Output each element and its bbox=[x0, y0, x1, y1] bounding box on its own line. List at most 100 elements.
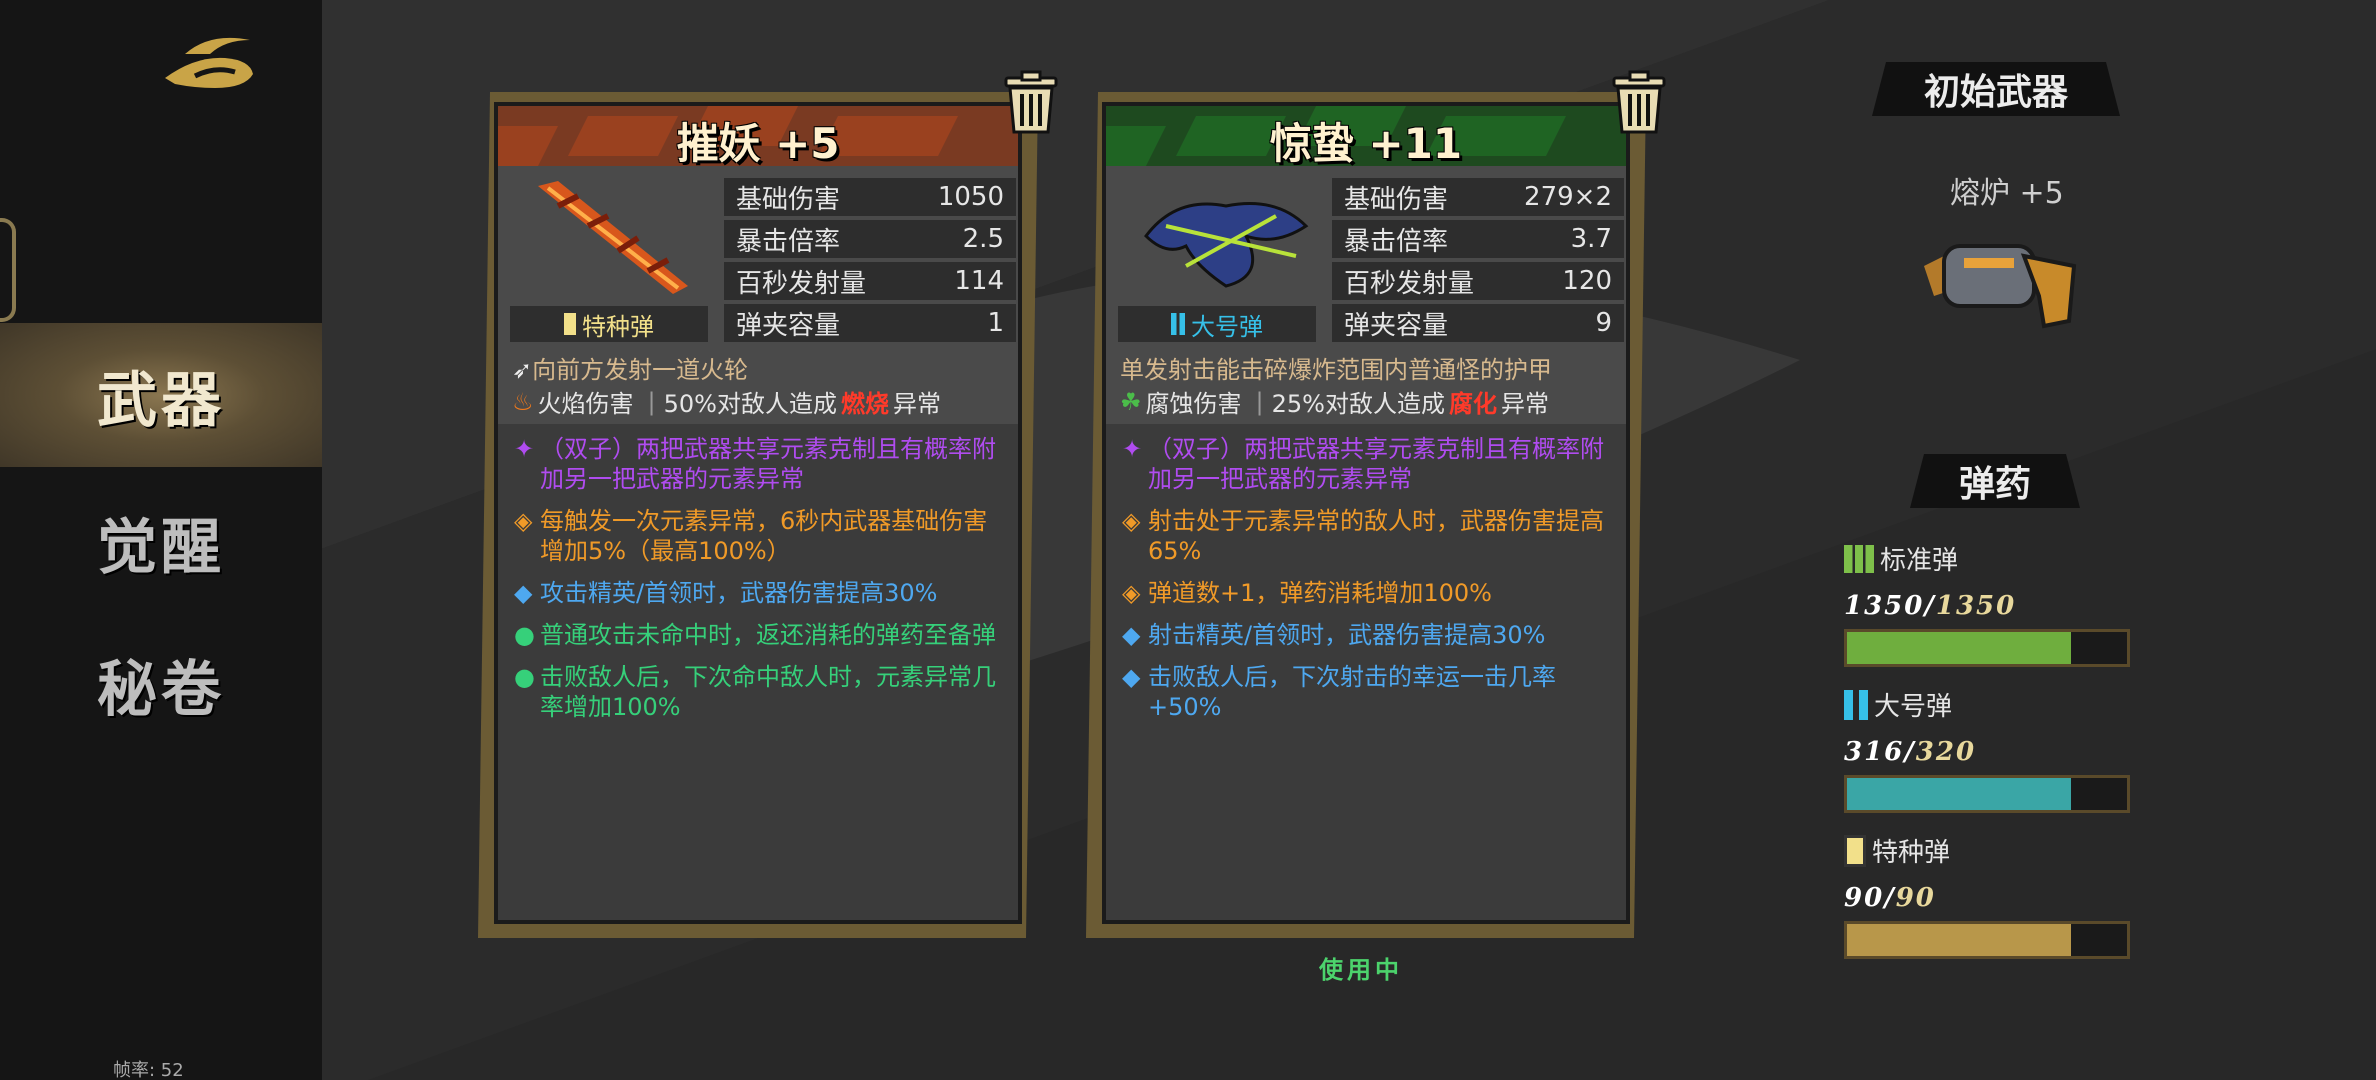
stat-label: 暴击倍率 bbox=[736, 226, 841, 257]
description-text: 单发射击能击碎爆炸范围内普通怪的护甲 bbox=[1120, 356, 1552, 384]
weapon-card-2[interactable]: 惊蛰 +11 大号弹 基础伤害 279×2 暴击倍率 3.7 百秒发射量 120 弹夹… bbox=[1086, 70, 1666, 938]
stat-value: 120 bbox=[1562, 266, 1612, 296]
stat-label: 百秒发射量 bbox=[1344, 268, 1475, 299]
stat-row: 暴击倍率 3.7 bbox=[1332, 220, 1624, 258]
divider: | bbox=[647, 387, 656, 416]
nav-item-awaken[interactable]: 觉醒 bbox=[0, 470, 322, 614]
trait-text: 击败敌人后，下次射击的幸运一击几率+50% bbox=[1148, 663, 1556, 721]
ammo-max: 90 bbox=[1895, 883, 1936, 913]
sidebar-collapse-handle[interactable] bbox=[0, 218, 16, 322]
trait-bullet-icon: ◈ bbox=[1122, 579, 1141, 607]
trash-icon[interactable] bbox=[1002, 70, 1060, 136]
ammo-count: 90/90 bbox=[1844, 883, 1936, 913]
stat-label: 基础伤害 bbox=[1344, 184, 1449, 215]
divider: | bbox=[1255, 387, 1264, 416]
weapon-jingzhe-image bbox=[1144, 202, 1309, 288]
ammo-type-tag: 特种弹 bbox=[510, 306, 708, 342]
ammo-count: 316/320 bbox=[1844, 737, 1977, 767]
trait-list: ✦ （双子）两把武器共享元素克制且有概率附加另一把武器的元素异常 ◈ 射击处于元素异… bbox=[1106, 424, 1626, 920]
description-text: 向前方发射一道火轮 bbox=[532, 356, 749, 384]
trait-bullet-icon: ● bbox=[514, 663, 535, 691]
in-use-indicator: 使用中 bbox=[1319, 956, 1403, 984]
weapon-card-1[interactable]: 摧妖 +5 特种弹 基础伤害 1050 暴击倍率 2.5 百秒发射量 114 弹夹容量… bbox=[478, 70, 1058, 938]
element-effect-highlight: 燃烧 bbox=[840, 390, 889, 418]
trait-text: （双子）两把武器共享元素克制且有概率附加另一把武器的元素异常 bbox=[1148, 435, 1604, 493]
special-ammo-icon bbox=[564, 313, 576, 335]
trait-text: 射击处于元素异常的敌人时，武器伤害提高65% bbox=[1148, 507, 1604, 565]
projectile-icon: ➶ bbox=[512, 356, 533, 384]
trait-item: ✦ （双子）两把武器共享元素克制且有概率附加另一把武器的元素异常 bbox=[1122, 434, 1610, 494]
weapon-title: 惊蛰 +11 bbox=[1269, 119, 1463, 168]
stat-value: 3.7 bbox=[1570, 224, 1612, 254]
stat-value: 9 bbox=[1595, 308, 1612, 338]
ammo-max: 320 bbox=[1915, 737, 1977, 767]
stat-row: 暴击倍率 2.5 bbox=[724, 220, 1016, 258]
trait-bullet-icon: ✦ bbox=[514, 435, 535, 463]
element-effect-text: 25%对敌人造成 bbox=[1271, 390, 1445, 418]
weapon-description: 单发射击能击碎爆炸范围内普通怪的护甲 bbox=[1120, 350, 1552, 385]
game-logo-icon bbox=[165, 37, 253, 88]
stat-label: 百秒发射量 bbox=[736, 268, 867, 299]
stat-row: 基础伤害 279×2 bbox=[1332, 178, 1624, 216]
fps-counter: 帧率: 52 bbox=[113, 1060, 184, 1080]
trash-icon[interactable] bbox=[1610, 70, 1668, 136]
ammo-header: 弹药 bbox=[1910, 454, 2080, 508]
ammo-count: 1350/1350 bbox=[1844, 591, 2017, 621]
stat-value: 2.5 bbox=[962, 224, 1004, 254]
element-info: ♨ 火焰伤害 | 50%对敌人造成 燃烧 异常 bbox=[512, 384, 941, 419]
trait-text: 每触发一次元素异常，6秒内武器基础伤害增加5%（最高100%） bbox=[540, 507, 988, 565]
ammo-type-label: 大号弹 bbox=[1191, 312, 1263, 341]
element-damage-type: 腐蚀伤害 bbox=[1145, 390, 1242, 418]
ammo-current: 1350 bbox=[1844, 591, 1925, 621]
ammo-bar-fill bbox=[1847, 924, 2071, 956]
furnace-weapon-image[interactable] bbox=[1904, 226, 2084, 336]
special-ammo-icon bbox=[1844, 834, 1866, 867]
weapon-description: ➶向前方发射一道火轮 bbox=[512, 350, 748, 385]
element-effect-suffix: 异常 bbox=[892, 390, 941, 418]
stat-label: 基础伤害 bbox=[736, 184, 841, 215]
nav-item-secret-scroll[interactable]: 秘卷 bbox=[0, 612, 322, 756]
trait-text: 普通攻击未命中时，返还消耗的弹药至备弹 bbox=[540, 621, 996, 649]
ammo-standard: 标准弹 1350/1350 bbox=[1844, 540, 2134, 667]
element-info: ☘ 腐蚀伤害 | 25%对敌人造成 腐化 异常 bbox=[1120, 384, 1549, 419]
trait-item: ◈ 每触发一次元素异常，6秒内武器基础伤害增加5%（最高100%） bbox=[514, 506, 1002, 566]
card-body: 惊蛰 +11 大号弹 基础伤害 279×2 暴击倍率 3.7 百秒发射量 120 弹夹… bbox=[1102, 102, 1630, 924]
ammo-bar-fill bbox=[1847, 632, 2071, 664]
ammo-name: 大号弹 bbox=[1874, 692, 1953, 722]
element-effect-text: 50%对敌人造成 bbox=[663, 390, 837, 418]
trait-item: ✦ （双子）两把武器共享元素克制且有概率附加另一把武器的元素异常 bbox=[514, 434, 1002, 494]
nav-item-weapon[interactable]: 武器 bbox=[0, 323, 322, 467]
corrosion-icon: ☘ bbox=[1120, 387, 1142, 416]
trait-bullet-icon: ◆ bbox=[514, 579, 533, 607]
ammo-current: 316 bbox=[1844, 737, 1905, 767]
initial-weapon-header: 初始武器 bbox=[1872, 62, 2120, 116]
ammo-bar-fill bbox=[1847, 778, 2071, 810]
stat-label: 暴击倍率 bbox=[1344, 226, 1449, 257]
trait-bullet-icon: ◆ bbox=[1122, 621, 1141, 649]
stat-row: 百秒发射量 120 bbox=[1332, 262, 1624, 300]
ammo-bar bbox=[1844, 629, 2130, 667]
stat-row: 百秒发射量 114 bbox=[724, 262, 1016, 300]
ammo-max: 1350 bbox=[1935, 591, 2017, 621]
trait-text: 攻击精英/首领时，武器伤害提高30% bbox=[540, 579, 938, 607]
weapon-stats: 基础伤害 279×2 暴击倍率 3.7 百秒发射量 120 弹夹容量 9 bbox=[1332, 178, 1624, 346]
flame-icon: ♨ bbox=[512, 387, 534, 416]
ammo-type-label: 特种弹 bbox=[582, 312, 654, 341]
stat-value: 1050 bbox=[937, 182, 1004, 212]
ammo-name: 特种弹 bbox=[1872, 838, 1951, 868]
trait-item: ◆ 射击精英/首领时，武器伤害提高30% bbox=[1122, 620, 1610, 650]
ammo-current: 90 bbox=[1844, 883, 1885, 913]
ammo-label-row: 标准弹 bbox=[1844, 540, 2134, 577]
ammo-bar bbox=[1844, 921, 2130, 959]
trait-text: 击败敌人后，下次命中敌人时，元素异常几率增加100% bbox=[540, 663, 996, 721]
ammo-bar bbox=[1844, 775, 2130, 813]
element-damage-type: 火焰伤害 bbox=[537, 390, 634, 418]
trait-text: 弹道数+1，弹药消耗增加100% bbox=[1148, 579, 1492, 607]
trait-item: ● 击败敌人后，下次命中敌人时，元素异常几率增加100% bbox=[514, 662, 1002, 722]
weapon-title: 摧妖 +5 bbox=[676, 119, 840, 168]
stat-row: 弹夹容量 9 bbox=[1332, 304, 1624, 342]
trait-bullet-icon: ✦ bbox=[1122, 435, 1143, 463]
ammo-label-row: 大号弹 bbox=[1844, 686, 2134, 723]
trait-bullet-icon: ◈ bbox=[1122, 507, 1141, 535]
ammo-special: 特种弹 90/90 bbox=[1844, 832, 2134, 959]
